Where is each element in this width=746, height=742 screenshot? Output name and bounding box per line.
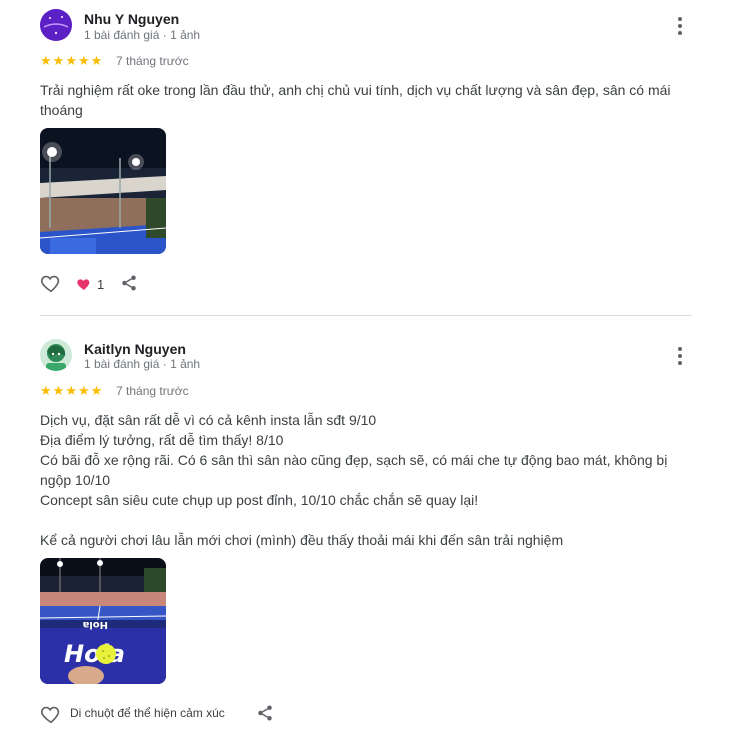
- star-rating: ★ ★ ★ ★ ★: [40, 54, 102, 67]
- reviewer-name[interactable]: Nhu Y Nguyen: [84, 11, 179, 27]
- heart-filled-icon: [77, 279, 90, 290]
- avatar[interactable]: [40, 9, 72, 41]
- reaction-count: 1: [97, 277, 105, 292]
- review-text-line: Có bãi đỗ xe rộng rãi. Có 6 sân thì sân …: [40, 452, 668, 468]
- star-icon: ★: [40, 383, 52, 398]
- review-divider: [40, 315, 692, 316]
- review-text-line: Dịch vụ, đặt sân rất dễ vì có cả kênh in…: [40, 412, 377, 428]
- star-icon: ★: [40, 53, 52, 68]
- more-options-button[interactable]: [670, 346, 690, 366]
- reviewer-meta: 1 bài đánh giá · 1 ảnh: [84, 357, 201, 371]
- review-photo[interactable]: [40, 128, 166, 254]
- review-text-line: ngộp 10/10: [40, 472, 111, 488]
- star-rating: ★ ★ ★ ★ ★: [40, 384, 102, 397]
- review-text: Trải nghiệm rất oke trong lần đầu thử, a…: [40, 80, 680, 120]
- share-icon: [258, 705, 272, 721]
- reaction-hint: Di chuột để thể hiện cảm xúc: [70, 706, 225, 720]
- review-text-line: Concept sân siêu cute chụp up post đỉnh,…: [40, 492, 479, 508]
- review-photo[interactable]: Hola Hola: [40, 558, 166, 684]
- share-icon: [122, 275, 136, 291]
- like-button[interactable]: [40, 703, 62, 725]
- heart-outline-icon: [40, 706, 60, 724]
- avatar[interactable]: [40, 339, 72, 371]
- share-button[interactable]: [120, 274, 138, 292]
- review-text-line: Trải nghiệm rất oke trong lần đầu thử, a…: [40, 82, 671, 98]
- reviewer-name[interactable]: Kaitlyn Nguyen: [84, 341, 186, 357]
- svg-text:Hola: Hola: [83, 619, 108, 630]
- reaction-heart[interactable]: [76, 276, 92, 292]
- star-icon: ★: [90, 53, 103, 68]
- share-button[interactable]: [256, 704, 274, 722]
- review-text-line: thoáng: [40, 102, 83, 118]
- star-icon: ★: [52, 53, 65, 68]
- star-icon: ★: [52, 383, 65, 398]
- star-icon: ★: [90, 383, 103, 398]
- review-time: 7 tháng trước: [116, 54, 189, 68]
- more-options-button[interactable]: [670, 16, 690, 36]
- star-icon: ★: [65, 383, 77, 398]
- like-button[interactable]: [40, 272, 62, 294]
- star-icon: ★: [77, 53, 90, 68]
- review-text-line: Địa điểm lý tưởng, rất dễ tìm thấy! 8/10: [40, 432, 284, 448]
- star-icon: ★: [65, 53, 77, 68]
- review-text-line: [40, 510, 680, 530]
- star-icon: ★: [77, 383, 90, 398]
- review-text: Dịch vụ, đặt sân rất dễ vì có cả kênh in…: [40, 410, 680, 550]
- review-text-line: Kể cả người chơi lâu lẫn mới chơi (mình)…: [40, 532, 564, 548]
- review-time: 7 tháng trước: [116, 384, 189, 398]
- heart-outline-icon: [40, 275, 60, 293]
- reviewer-meta: 1 bài đánh giá · 1 ảnh: [84, 28, 201, 42]
